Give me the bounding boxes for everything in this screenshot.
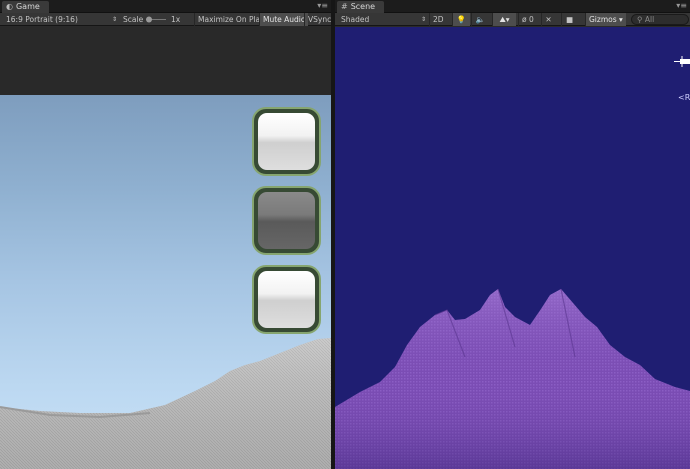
- tools-icon[interactable]: ✕: [541, 13, 555, 26]
- slider-track-icon[interactable]: [145, 13, 167, 26]
- gizmos-dropdown[interactable]: Gizmos ▾: [585, 13, 626, 26]
- dropdown-arrow-icon[interactable]: ⇕: [112, 13, 117, 26]
- aspect-label: 16:9 Portrait (9:16): [6, 15, 78, 24]
- aspect-dropdown[interactable]: 16:9 Portrait (9:16): [6, 13, 78, 26]
- game-letterbox: [0, 27, 331, 95]
- mute-audio-button[interactable]: Mute Audio: [259, 13, 309, 26]
- chevron-down-icon: ▾: [619, 15, 623, 24]
- lighting-icon[interactable]: 💡: [452, 13, 470, 26]
- dropdown-arrow-icon[interactable]: ⇕: [421, 13, 426, 26]
- gizmos-label: Gizmos: [589, 15, 617, 24]
- 2d-toggle-button[interactable]: 2D: [429, 13, 447, 26]
- draw-mode-dropdown[interactable]: Shaded: [341, 13, 369, 26]
- tab-menu-icon[interactable]: ▾≡: [317, 1, 328, 11]
- draw-mode-label: Shaded: [341, 15, 370, 24]
- effects-icon[interactable]: ⛰▾: [492, 13, 516, 26]
- game-toolbar: 16:9 Portrait (9:16) ⇕ Scale 1x Maximize…: [0, 13, 331, 26]
- audio-icon[interactable]: 🔈: [471, 13, 489, 26]
- terrain-mesh-render: [335, 56, 690, 469]
- tab-menu-icon[interactable]: ▾≡: [676, 1, 687, 11]
- camera-icon[interactable]: ■: [561, 13, 577, 26]
- button-face: [258, 192, 315, 249]
- grid-icon: #: [341, 2, 348, 11]
- scene-overlay-label: <R: [678, 93, 690, 102]
- tab-scene-label: Scene: [350, 2, 376, 11]
- search-placeholder: All: [644, 15, 655, 24]
- scale-value: 1x: [171, 15, 181, 24]
- game-ui-button-3[interactable]: [252, 265, 321, 334]
- game-viewport[interactable]: [0, 95, 331, 469]
- scene-panel: # Scene ▾≡ Shaded ⇕ 2D 💡 🔈 ⛰▾ ø 0 ✕ ■ Gi…: [335, 0, 690, 469]
- tab-scene[interactable]: # Scene: [337, 1, 385, 13]
- light-gizmo-icon: [674, 56, 690, 67]
- game-tabstrip: ◐ Game ▾≡: [0, 0, 331, 13]
- game-panel: ◐ Game ▾≡ 16:9 Portrait (9:16) ⇕ Scale 1…: [0, 0, 331, 469]
- game-ui-button-1[interactable]: [252, 107, 321, 176]
- button-face: [258, 271, 315, 328]
- hidden-objects-toggle[interactable]: ø 0: [518, 13, 537, 26]
- hidden-count: 0: [528, 15, 534, 24]
- game-controller-icon: ◐: [6, 2, 13, 11]
- search-icon: ⚲: [637, 15, 643, 24]
- eye-slash-icon: ø: [522, 15, 527, 24]
- scene-toolbar: Shaded ⇕ 2D 💡 🔈 ⛰▾ ø 0 ✕ ■ Gizmos ▾ ⚲ Al…: [335, 13, 690, 26]
- tab-game[interactable]: ◐ Game: [2, 1, 49, 13]
- scale-label: Scale: [123, 15, 144, 24]
- button-face: [258, 113, 315, 170]
- vsync-button[interactable]: VSync: [304, 13, 331, 26]
- tab-game-label: Game: [15, 2, 40, 11]
- search-input[interactable]: ⚲ All: [631, 14, 689, 25]
- scale-slider[interactable]: [145, 13, 167, 26]
- game-ui-button-2[interactable]: [252, 186, 321, 255]
- maximize-on-play-button[interactable]: Maximize On Play: [194, 13, 268, 26]
- scene-viewport[interactable]: <R: [335, 27, 690, 469]
- scene-tabstrip: # Scene ▾≡: [335, 0, 690, 13]
